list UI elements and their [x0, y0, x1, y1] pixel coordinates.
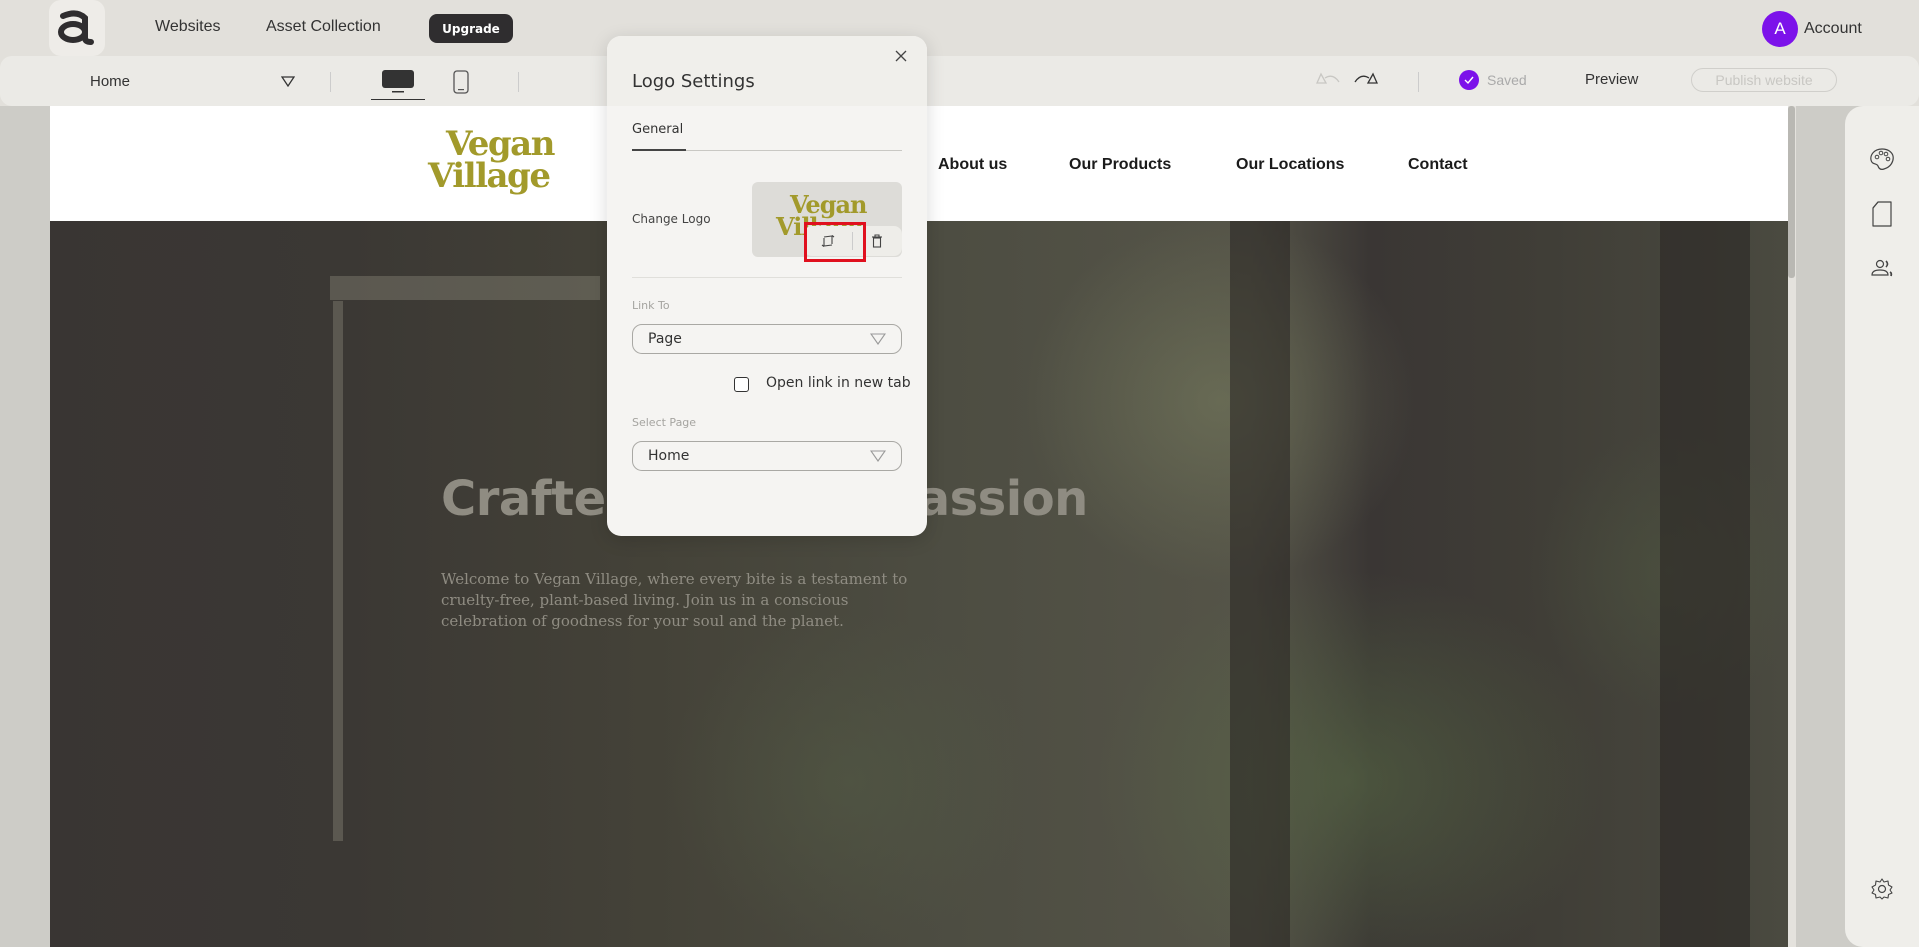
site-logo[interactable]: Vegan Village — [428, 127, 555, 196]
select-page-label: Select Page — [632, 416, 697, 429]
toolbar-divider — [330, 72, 331, 92]
hero-title-left: Crafter — [441, 471, 629, 527]
modal-title: Logo Settings — [632, 71, 755, 92]
site-logo-line2: Village — [428, 156, 551, 196]
undo-icon[interactable] — [1315, 70, 1341, 86]
hero-text: Welcome to Vegan Village, where every bi… — [441, 570, 908, 630]
account-label: Account — [1804, 20, 1862, 37]
site-nav-products[interactable]: Our Products — [1069, 156, 1171, 174]
canvas-scrollbar-thumb[interactable] — [1788, 106, 1795, 278]
modal-header: Logo Settings — [607, 36, 927, 106]
mobile-icon — [453, 70, 469, 94]
site-nav-locations[interactable]: Our Locations — [1236, 156, 1344, 174]
history-controls — [1315, 70, 1379, 86]
hero-bg-post-dark — [1660, 221, 1750, 947]
select-page-dropdown[interactable]: Home — [632, 441, 902, 471]
delete-logo-button[interactable] — [853, 226, 901, 256]
desktop-icon — [382, 69, 414, 92]
chevron-down-icon — [281, 76, 295, 87]
settings-icon[interactable] — [1869, 876, 1895, 902]
open-new-tab-checkbox[interactable] — [734, 377, 749, 392]
link-to-value: Page — [648, 331, 682, 347]
saved-check-icon — [1459, 70, 1479, 90]
palette-icon[interactable] — [1869, 146, 1895, 172]
upgrade-button[interactable]: Upgrade — [429, 14, 513, 43]
right-side-panel — [1845, 106, 1919, 947]
logo-settings-modal: Logo Settings General Change Logo Vegan … — [607, 36, 927, 536]
save-status: Saved — [1459, 70, 1527, 90]
change-logo-label: Change Logo — [632, 212, 711, 226]
trash-icon — [872, 234, 882, 248]
chevron-down-icon — [870, 333, 886, 345]
top-navigation-bar: Websites Asset Collection Upgrade A Acco… — [0, 0, 1919, 56]
redo-icon[interactable] — [1353, 70, 1379, 86]
editor-toolbar: Home Saved Preview Publish website — [0, 56, 1919, 106]
account-menu[interactable]: A Account — [1762, 11, 1862, 47]
close-icon — [895, 50, 907, 62]
preview-button[interactable]: Preview — [1585, 71, 1638, 88]
toolbar-divider — [518, 72, 519, 92]
app-logo-icon — [58, 10, 94, 45]
nav-websites[interactable]: Websites — [155, 18, 221, 36]
saved-label: Saved — [1487, 72, 1527, 88]
nav-asset-collection[interactable]: Asset Collection — [266, 18, 381, 36]
hero-bg-post-dark — [1230, 221, 1290, 947]
site-nav-about[interactable]: About us — [938, 156, 1007, 174]
tab-active-indicator — [632, 149, 686, 151]
avatar: A — [1762, 11, 1798, 47]
app-logo[interactable] — [49, 0, 105, 56]
publish-website-button[interactable]: Publish website — [1691, 68, 1837, 92]
toolbar-divider — [1418, 72, 1419, 92]
close-button[interactable] — [893, 48, 909, 64]
logo-action-bar — [804, 226, 902, 256]
users-icon[interactable] — [1869, 256, 1895, 282]
link-to-select[interactable]: Page — [632, 324, 902, 354]
hero-bg-beam — [330, 276, 600, 300]
chevron-down-icon — [870, 450, 886, 462]
page-selector[interactable]: Home — [90, 70, 295, 92]
select-page-value: Home — [648, 448, 690, 464]
hero-bg-post — [333, 301, 343, 841]
open-new-tab-label[interactable]: Open link in new tab — [766, 375, 911, 391]
page-selector-value: Home — [90, 72, 131, 90]
tab-general[interactable]: General — [632, 122, 683, 137]
page-icon[interactable] — [1869, 201, 1895, 227]
replace-icon — [821, 235, 835, 247]
section-divider — [632, 277, 902, 278]
device-mobile-button[interactable] — [450, 64, 472, 100]
link-to-label: Link To — [632, 299, 670, 312]
replace-logo-button[interactable] — [804, 226, 852, 256]
device-desktop-button[interactable] — [371, 64, 425, 100]
site-nav-contact[interactable]: Contact — [1408, 156, 1468, 174]
